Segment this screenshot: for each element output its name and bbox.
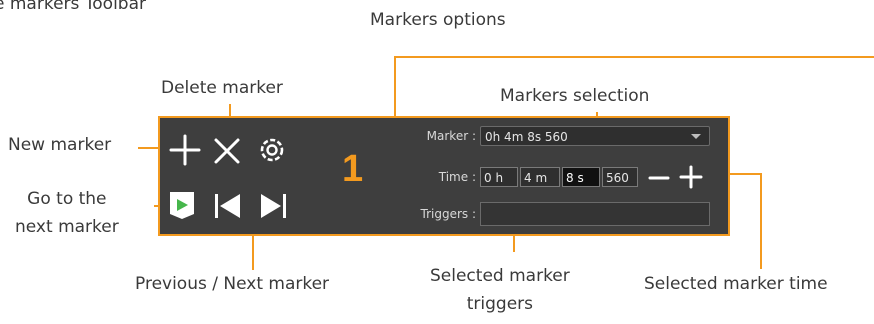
skip-previous-icon[interactable]: [212, 190, 244, 222]
callout-go-next-line2: next marker: [15, 217, 119, 237]
plus-icon[interactable]: [679, 165, 703, 189]
callout-go-next: Go to the next marker: [15, 185, 119, 241]
time-label: Time :: [438, 170, 476, 184]
leader-selected-time-v: [760, 173, 762, 269]
chevron-down-icon: [691, 134, 701, 139]
callout-toolbar-title: e markers Toolbar: [0, 0, 146, 14]
close-icon[interactable]: [212, 136, 242, 166]
marker-select[interactable]: 0h 4m 8s 560: [480, 126, 710, 146]
time-milliseconds-field[interactable]: 560: [602, 167, 638, 187]
callout-prev-next: Previous / Next marker: [135, 274, 330, 294]
time-minutes-field[interactable]: 4 m: [520, 167, 560, 187]
callout-new-marker: New marker: [8, 135, 112, 155]
time-hours-field[interactable]: 0 h: [480, 167, 518, 187]
triggers-field[interactable]: [480, 202, 710, 226]
gear-icon[interactable]: [255, 133, 289, 167]
play-flag-icon[interactable]: [168, 190, 198, 220]
minus-icon[interactable]: [648, 167, 670, 189]
callout-go-next-line1: Go to the: [27, 189, 107, 209]
region-number: 1: [342, 148, 364, 190]
callout-selected-triggers-line1: Selected marker: [430, 266, 570, 286]
marker-select-value: 0h 4m 8s 560: [485, 130, 568, 144]
callout-markers-selection: Markers selection: [500, 86, 650, 106]
callout-selected-time: Selected marker time: [644, 274, 828, 294]
marker-label: Marker :: [426, 129, 476, 143]
callout-selected-triggers: Selected marker triggers: [430, 262, 570, 318]
callout-markers-options: Markers options: [370, 10, 506, 30]
skip-next-icon[interactable]: [257, 190, 289, 222]
plus-icon[interactable]: [168, 133, 202, 167]
triggers-label: Triggers :: [420, 207, 477, 221]
leader-markers-options-h: [394, 56, 874, 58]
time-seconds-field[interactable]: 8 s: [562, 167, 600, 187]
callout-selected-triggers-line2: triggers: [466, 294, 534, 314]
markers-toolbar: 1 Marker : 0h 4m 8s 560 Time : 0 h 4 m 8…: [158, 116, 730, 236]
callout-delete-marker: Delete marker: [161, 78, 283, 98]
